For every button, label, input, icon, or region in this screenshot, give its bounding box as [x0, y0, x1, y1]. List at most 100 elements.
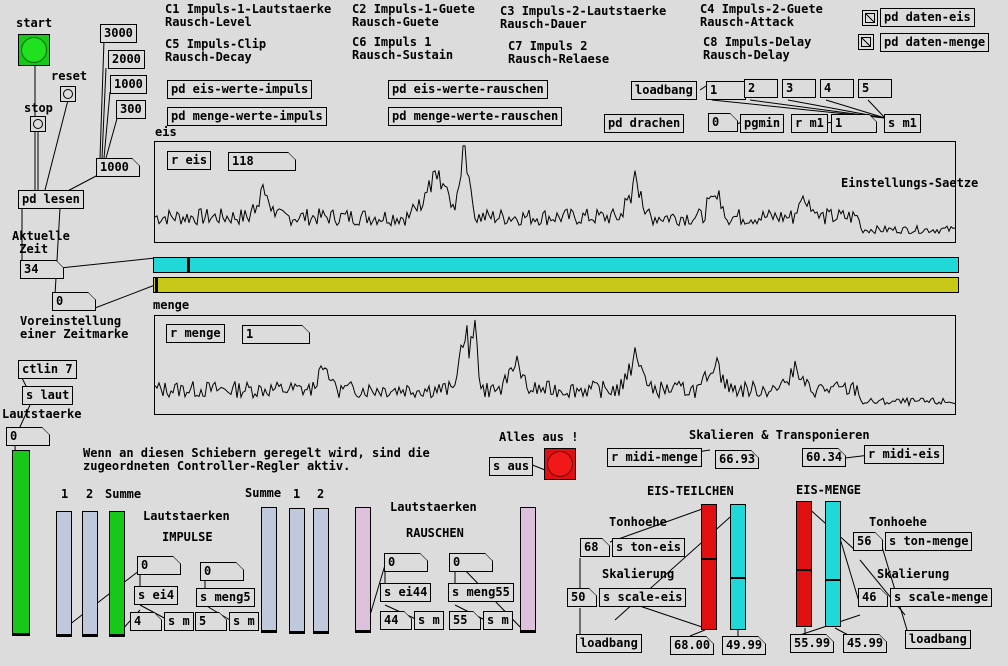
menge-out-2-number[interactable]: 45.99	[843, 634, 887, 653]
s-meng5-object[interactable]: s meng5	[196, 588, 255, 607]
reset-bang[interactable]	[60, 86, 76, 102]
menge-number[interactable]: 1	[242, 325, 310, 344]
daten-eis-toggle[interactable]	[862, 10, 878, 26]
m1-number[interactable]: 1	[831, 114, 877, 133]
skal-eis-number[interactable]: 60.34	[802, 448, 846, 467]
skal-menge-number[interactable]: 66.93	[715, 450, 759, 469]
daten-menge-toggle[interactable]	[858, 34, 874, 50]
r-midi-eis-object[interactable]: r midi-eis	[864, 445, 945, 464]
rausch-2-slider[interactable]	[520, 507, 536, 633]
s-m-object-c[interactable]: s m	[414, 611, 444, 630]
s-meng55-object[interactable]: s meng55	[448, 583, 514, 602]
pd-eis-werte-impuls-object[interactable]: pd eis-werte-impuls	[167, 80, 313, 99]
pd-lesen-object[interactable]: pd lesen	[18, 190, 84, 209]
lautstaerke-number[interactable]: 0	[6, 427, 50, 446]
r-m1-object[interactable]: r m1	[791, 114, 828, 133]
menge-summe-slider[interactable]	[261, 507, 277, 633]
message-2[interactable]: 2	[744, 79, 778, 98]
loadbang-object[interactable]: loadbang	[631, 81, 697, 100]
stop-label: stop	[24, 101, 53, 115]
impuls-0b-number[interactable]: 0	[200, 562, 244, 581]
loadbang-eis-object[interactable]: loadbang	[576, 634, 642, 653]
eis-ton-slider[interactable]	[701, 504, 717, 630]
slider-knob	[314, 631, 328, 633]
slider-knob	[13, 633, 29, 635]
voreinstellung-hslider[interactable]	[153, 277, 959, 293]
s-ton-eis-object[interactable]: s ton-eis	[612, 538, 686, 557]
message-3[interactable]: 3	[782, 79, 816, 98]
cc-legend-c5: C5 Impuls-Clip Rausch-Decay	[165, 37, 267, 64]
s-scale-menge-object[interactable]: s scale-menge	[890, 588, 992, 607]
slider-knob	[702, 557, 716, 560]
s-m-object-b[interactable]: s m	[229, 612, 259, 631]
message-2000[interactable]: 2000	[108, 50, 145, 69]
einstellungs-saetze-label: Einstellungs-Saetze	[841, 176, 979, 190]
menge-1-slider[interactable]	[289, 508, 305, 634]
pd-menge-werte-impuls-object[interactable]: pd menge-werte-impuls	[167, 107, 327, 126]
message-3000[interactable]: 3000	[100, 24, 137, 43]
r-eis-object[interactable]: r eis	[167, 151, 212, 170]
pgmin-object[interactable]: pgmin	[740, 114, 785, 133]
menge-scale-slider[interactable]	[825, 501, 841, 627]
cc-legend-c2: C2 Impuls-1-Guete Rausch-Guete	[352, 2, 475, 29]
message-5[interactable]: 5	[858, 79, 892, 98]
stop-bang[interactable]	[30, 116, 46, 132]
eis-out-1-number[interactable]: 68.00	[670, 636, 714, 655]
eis-number[interactable]: 118	[228, 152, 296, 171]
alles-aus-label: Alles aus !	[499, 430, 579, 444]
s-m-object-d[interactable]: s m	[483, 611, 513, 630]
impuls-2-slider[interactable]	[82, 511, 98, 637]
zeit-hslider[interactable]	[153, 257, 959, 273]
r-midi-menge-object[interactable]: r midi-menge	[607, 448, 702, 467]
pd-daten-eis-object[interactable]: pd daten-eis	[880, 8, 975, 27]
pd-menge-werte-rauschen-object[interactable]: pd menge-werte-rauschen	[388, 107, 563, 126]
reset-label: reset	[51, 69, 88, 83]
message-4[interactable]: 4	[820, 79, 854, 98]
loadbang-menge-object[interactable]: loadbang	[905, 630, 971, 649]
s-m1-object[interactable]: s m1	[884, 114, 921, 133]
skalierung-label-menge: Skalierung	[877, 567, 950, 581]
tonhoehe-label-eis: Tonhoehe	[609, 515, 667, 529]
impuls-1-slider[interactable]	[56, 511, 72, 637]
alles-aus-button[interactable]	[544, 448, 576, 480]
eis-out-2-number[interactable]: 49.99	[722, 636, 766, 655]
s-ei4-object[interactable]: s ei4	[134, 586, 179, 605]
menge-ton-slider[interactable]	[796, 501, 812, 627]
s-scale-eis-object[interactable]: s scale-eis	[599, 588, 687, 607]
rausch-0b-number[interactable]: 0	[449, 553, 493, 572]
s-ei44-object[interactable]: s ei44	[380, 583, 432, 602]
eis-graph-label: eis	[155, 125, 177, 139]
pd-drachen-object[interactable]: pd drachen	[604, 114, 685, 133]
message-1[interactable]: 1	[706, 81, 746, 100]
s-laut-object[interactable]: s laut	[22, 386, 74, 405]
start-button[interactable]	[18, 34, 50, 66]
s-aus-object[interactable]: s aus	[489, 457, 534, 476]
s-ton-menge-object[interactable]: s ton-menge	[885, 532, 973, 551]
impuls-summe-slider[interactable]	[109, 511, 125, 637]
rausch-0a-number[interactable]: 0	[384, 553, 428, 572]
message-300[interactable]: 300	[116, 100, 146, 119]
r-menge-object[interactable]: r menge	[166, 324, 225, 343]
ctlin-object[interactable]: ctlin 7	[18, 360, 77, 379]
voreinstellung-hslider-knob	[155, 278, 158, 292]
menge-2-slider[interactable]	[313, 508, 329, 634]
eis-teilchen-label: EIS-TEILCHEN	[647, 484, 734, 498]
pd-daten-menge-object[interactable]: pd daten-menge	[880, 33, 990, 52]
col1-label-b: 1	[293, 487, 301, 501]
zeit-number[interactable]: 34	[20, 260, 64, 279]
s-m-object-a[interactable]: s m	[164, 612, 194, 631]
rauschen-label: RAUSCHEN	[406, 526, 464, 540]
pd-eis-werte-rauschen-object[interactable]: pd eis-werte-rauschen	[388, 80, 548, 99]
lautstaerke-slider[interactable]	[12, 450, 30, 636]
impuls-0a-number[interactable]: 0	[137, 556, 181, 575]
eis-scale-slider[interactable]	[730, 504, 746, 630]
menge-out-1-number[interactable]: 55.99	[790, 634, 834, 653]
slider-knob	[826, 579, 840, 582]
interval-number[interactable]: 1000	[96, 158, 140, 177]
slider-knob	[110, 634, 124, 636]
voreinstellung-number[interactable]: 0	[52, 292, 96, 311]
voreinstellung-label: Voreinstellung einer Zeitmarke	[20, 314, 129, 341]
message-1000[interactable]: 1000	[110, 75, 147, 94]
rausch-1-slider[interactable]	[355, 507, 371, 633]
slider-knob	[262, 630, 276, 632]
